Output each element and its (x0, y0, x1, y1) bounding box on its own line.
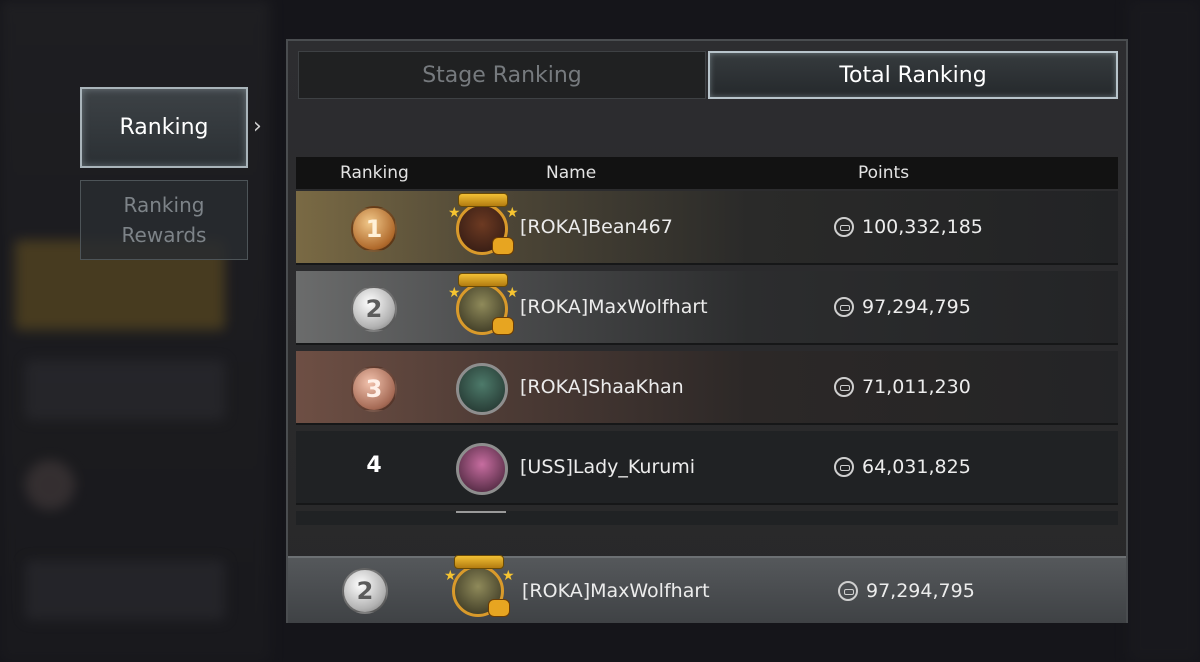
avatar[interactable] (456, 443, 508, 495)
burger-badge-icon (492, 237, 514, 255)
bronze-medal-icon: 3 (351, 366, 397, 412)
my-rank-row: 2 ★ ★ [ROKA]MaxWolfhart 97,294,795 (288, 555, 1126, 623)
star-icon: ★ (506, 205, 519, 221)
player-points: 64,031,825 (834, 456, 971, 478)
star-icon: ★ (502, 568, 515, 584)
player-points: 100,332,185 (834, 216, 983, 238)
menu-ranking-rewards-button[interactable]: Ranking Rewards (80, 180, 248, 260)
star-icon: ★ (444, 568, 457, 584)
points-medal-icon (834, 457, 854, 477)
background-row (25, 560, 225, 620)
background-avatar (25, 460, 75, 510)
points-value: 97,294,795 (866, 580, 975, 602)
frame-banner-icon (458, 193, 508, 207)
silver-medal-icon: 2 (342, 568, 388, 614)
table-row[interactable]: 4 [USS]Lady_Kurumi 64,031,825 (296, 431, 1118, 505)
column-header-points: Points (858, 163, 910, 183)
player-points: 71,011,230 (834, 376, 971, 398)
rank-number: 3 (365, 375, 383, 403)
chevron-right-icon: › (253, 114, 262, 139)
background-row (25, 360, 225, 420)
table-row-partial (296, 511, 1118, 525)
gold-medal-icon: 1 (351, 206, 397, 252)
star-icon: ★ (448, 285, 461, 301)
rank-number: 2 (365, 295, 383, 323)
frame-banner-icon (458, 273, 508, 287)
background-right-panel (1128, 0, 1200, 662)
points-value: 97,294,795 (862, 296, 971, 318)
table-row[interactable]: 1 ★ ★ [ROKA]Bean467 100,332,185 (296, 191, 1118, 265)
frame-banner-icon (454, 555, 504, 569)
menu-ranking-button[interactable]: Ranking (80, 87, 248, 168)
rank-number: 1 (365, 215, 383, 243)
player-name: [ROKA]ShaaKhan (520, 376, 684, 398)
points-medal-icon (834, 217, 854, 237)
player-name: [ROKA]MaxWolfhart (520, 296, 708, 318)
table-row[interactable]: 2 ★ ★ [ROKA]MaxWolfhart 97,294,795 (296, 271, 1118, 345)
player-points: 97,294,795 (834, 296, 971, 318)
rank-number: 2 (356, 577, 374, 605)
table-row[interactable]: 3 [ROKA]ShaaKhan 71,011,230 (296, 351, 1118, 425)
rank-number: 4 (366, 453, 382, 478)
ranking-panel: Stage Ranking Total Ranking Ranking Name… (286, 39, 1128, 623)
tab-total-ranking-label: Total Ranking (839, 62, 987, 88)
points-medal-icon (838, 581, 858, 601)
player-points: 97,294,795 (838, 580, 975, 602)
avatar[interactable] (456, 363, 508, 415)
points-medal-icon (834, 377, 854, 397)
tab-total-ranking[interactable]: Total Ranking (708, 51, 1118, 99)
tab-stage-ranking[interactable]: Stage Ranking (298, 51, 706, 99)
table-header: Ranking Name Points (296, 157, 1118, 189)
column-header-name: Name (546, 163, 597, 183)
column-header-ranking: Ranking (340, 163, 409, 183)
points-value: 100,332,185 (862, 216, 983, 238)
star-icon: ★ (506, 285, 519, 301)
player-name: [ROKA]Bean467 (520, 216, 673, 238)
points-value: 71,011,230 (862, 376, 971, 398)
avatar-frame-edge (456, 511, 506, 513)
menu-ranking-label: Ranking (119, 115, 209, 140)
menu-ranking-rewards-label: Ranking Rewards (121, 193, 207, 247)
tab-stage-ranking-label: Stage Ranking (422, 62, 582, 88)
silver-medal-icon: 2 (351, 286, 397, 332)
burger-badge-icon (492, 317, 514, 335)
star-icon: ★ (448, 205, 461, 221)
player-name: [ROKA]MaxWolfhart (522, 580, 710, 602)
burger-badge-icon (488, 599, 510, 617)
points-value: 64,031,825 (862, 456, 971, 478)
points-medal-icon (834, 297, 854, 317)
player-name: [USS]Lady_Kurumi (520, 456, 696, 478)
